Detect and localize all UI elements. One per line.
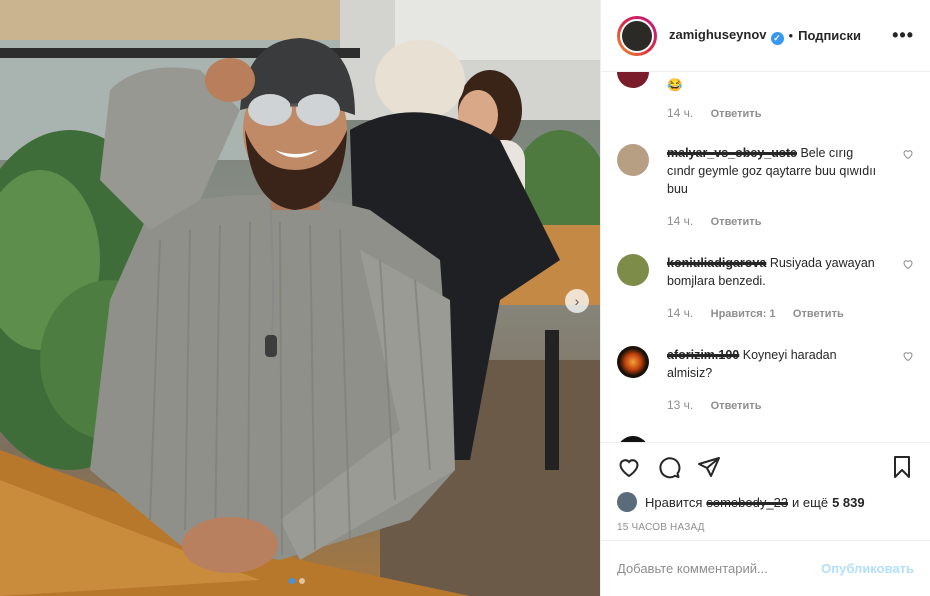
header-separator: •	[788, 28, 794, 43]
author-username-text[interactable]: zamighuseynov	[669, 27, 767, 42]
likes-prefix: Нравится	[645, 494, 703, 510]
post-actions	[601, 442, 930, 490]
comment-time[interactable]: 14 ч.	[667, 214, 693, 228]
carousel-indicator	[289, 578, 305, 584]
add-comment-bar: Добавьте комментарий... Опубликовать	[601, 540, 930, 596]
reply-button[interactable]: Ответить	[793, 308, 844, 320]
commenter-username[interactable]: koniuliadigarova	[667, 256, 766, 270]
bookmark-icon[interactable]	[890, 455, 914, 479]
likes-suffix: и ещё	[792, 494, 829, 510]
avatar[interactable]	[620, 18, 654, 53]
comment-emoji: 😂	[667, 78, 683, 92]
comment-text: malyar_vs_obey_uste Bele cırıg cındr gey…	[667, 144, 884, 198]
commenter-avatar[interactable]	[617, 144, 649, 176]
comment-icon[interactable]	[657, 455, 681, 479]
post-timestamp[interactable]: 15 ЧАСОВ НАЗАД	[601, 514, 930, 540]
comment-text: koniuliadigarova Rusiyada yawayan bomjla…	[667, 254, 884, 290]
like-comment-heart-icon[interactable]	[902, 350, 914, 362]
likes-summary: Нравится somebody_23 и ещё 5 839	[601, 490, 930, 514]
comment-likes-count[interactable]: Нравится: 1	[711, 308, 776, 320]
like-comment-heart-icon[interactable]	[902, 258, 914, 270]
comments-list[interactable]: 😂 14 ч. Ответить malyar_vs_obey_uste Bel…	[601, 72, 930, 442]
comment-time[interactable]: 14 ч.	[667, 306, 693, 320]
commenter-avatar[interactable]	[617, 254, 649, 286]
story-ring[interactable]	[617, 15, 657, 56]
comment-meta: 14 ч. Ответить	[667, 214, 775, 228]
reply-button[interactable]: Ответить	[711, 216, 762, 228]
post-side-panel: zamighuseynov ✓ • Подписки ••• 😂 14 ч. От…	[600, 0, 930, 596]
photo-illustration	[0, 0, 600, 596]
reply-button[interactable]: Ответить	[711, 108, 762, 120]
chevron-right-icon[interactable]: ›	[565, 289, 589, 313]
more-options-icon[interactable]: •••	[892, 25, 914, 46]
carousel-dot	[289, 578, 295, 584]
comment-text: aforizim.100 Koyneyi haradan almisiz?	[667, 346, 884, 382]
reply-button[interactable]: Ответить	[711, 400, 762, 412]
comment-meta: 13 ч. Ответить	[667, 398, 775, 412]
carousel-dot	[299, 578, 305, 584]
publish-button[interactable]: Опубликовать	[821, 561, 914, 576]
comment-meta: 14 ч. Нравится: 1 Ответить	[667, 306, 858, 320]
comment-input[interactable]: Добавьте комментарий...	[617, 561, 821, 576]
heart-icon[interactable]	[617, 455, 641, 479]
commenter-avatar[interactable]	[617, 346, 649, 378]
post-photo[interactable]: ›	[0, 0, 600, 596]
author-username[interactable]: zamighuseynov ✓	[669, 27, 784, 45]
comment-meta: 14 ч. Ответить	[667, 106, 775, 120]
commenter-username[interactable]: malyar_vs_obey_uste	[667, 146, 797, 160]
post-header: zamighuseynov ✓ • Подписки •••	[601, 0, 930, 72]
instagram-post: › zamighuseynov ✓ • Подписки ••• 😂 14 ч.…	[0, 0, 930, 596]
likes-count[interactable]: 5 839	[832, 495, 865, 510]
commenter-avatar[interactable]	[617, 436, 649, 442]
commenter-username[interactable]: aforizim.100	[667, 348, 739, 362]
commenter-avatar[interactable]	[617, 72, 649, 88]
verified-badge-icon: ✓	[770, 31, 784, 45]
comment-time[interactable]: 13 ч.	[667, 398, 693, 412]
comment-time[interactable]: 14 ч.	[667, 106, 693, 120]
following-button[interactable]: Подписки	[798, 28, 861, 43]
liker-username[interactable]: somebody_23	[706, 495, 788, 510]
share-icon[interactable]	[697, 455, 721, 479]
like-comment-heart-icon[interactable]	[902, 148, 914, 160]
liker-avatar[interactable]	[617, 492, 637, 512]
